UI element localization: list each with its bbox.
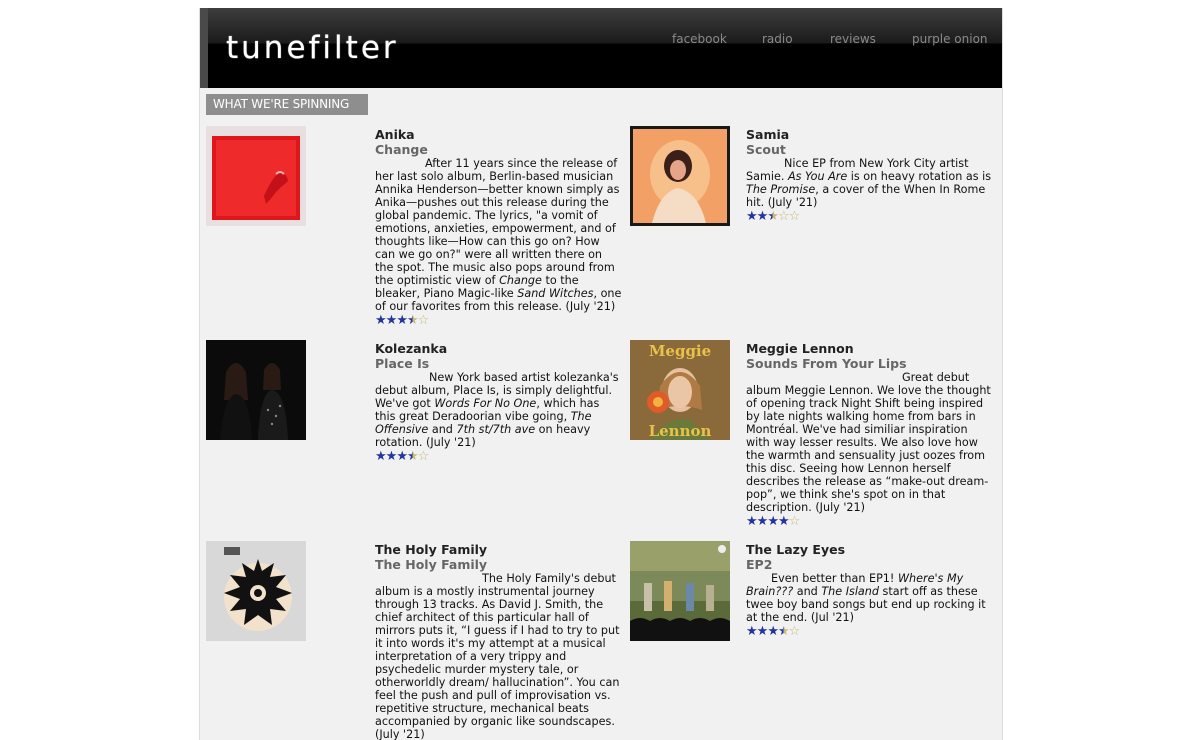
album-art [206, 126, 306, 226]
song-title: The Island [821, 585, 879, 598]
review-text: Even better than EP1! [771, 572, 898, 585]
nav-purple-onion[interactable]: purple onion [912, 32, 988, 46]
star-empty-icon: ☆ [788, 624, 801, 639]
album-art: Meggie Lennon [630, 340, 730, 440]
cover-title: Meggie [649, 342, 711, 360]
star-half-icon: ★ [767, 209, 779, 224]
review-4: The Holy Family The Holy Family The Holy… [375, 542, 623, 740]
star-full-icon: ★ [385, 313, 398, 328]
page: tunefilter facebook radio reviews purple… [199, 8, 1003, 740]
main-nav: facebook radio reviews purple onion [672, 32, 988, 48]
album-art [206, 340, 306, 440]
star-full-icon: ★ [746, 514, 758, 529]
header-strip [200, 8, 208, 88]
star-full-icon: ★ [767, 514, 779, 529]
star-full-icon: ★ [756, 209, 769, 224]
album-cover-the-holy-family[interactable] [206, 541, 306, 641]
review-text: After 11 years since the release of her … [375, 157, 620, 287]
review-1: Samia Scout Nice EP from New York City a… [746, 127, 994, 224]
album-cover-anika[interactable] [206, 126, 306, 226]
review-text: and [793, 585, 822, 598]
album-name: Place Is [375, 356, 430, 371]
review-body: Great debut album Meggie Lennon. We love… [746, 371, 994, 514]
artist-name[interactable]: Anika [375, 127, 623, 142]
album-name: Scout [746, 142, 786, 157]
album-cover-the-lazy-eyes[interactable] [630, 541, 730, 641]
song-title: Sand Witches [517, 287, 594, 300]
review-body: The Holy Family's debut album is a mostl… [375, 572, 623, 740]
song-title: Words For No One [434, 397, 537, 410]
review-3: Meggie Lennon Sounds From Your Lips Grea… [746, 341, 994, 529]
review-0: Anika Change After 11 years since the re… [375, 127, 623, 328]
nav-radio[interactable]: radio [762, 32, 793, 46]
star-full-icon: ★ [746, 624, 758, 639]
star-full-icon: ★ [375, 449, 387, 464]
artist-name[interactable]: Samia [746, 127, 994, 142]
album-name: The Holy Family [375, 557, 488, 572]
artist-name[interactable]: Meggie Lennon [746, 341, 994, 356]
song-title: The Promise [746, 183, 816, 196]
star-full-icon: ★ [756, 624, 769, 639]
album-name: Sounds From Your Lips [746, 356, 907, 371]
star-full-icon: ★ [396, 313, 408, 328]
star-rating: ★★★★☆ [746, 625, 994, 639]
star-empty-icon: ☆ [788, 514, 801, 529]
nav-facebook[interactable]: facebook [672, 32, 727, 46]
review-5: The Lazy Eyes EP2 Even better than EP1! … [746, 542, 994, 639]
star-empty-icon: ☆ [777, 209, 790, 224]
artist-name[interactable]: The Lazy Eyes [746, 542, 994, 557]
review-2: Kolezanka Place Is New York based artist… [375, 341, 623, 464]
star-rating: ★★★☆☆ [746, 210, 994, 224]
review-text: Great debut album Meggie Lennon. We love… [746, 371, 991, 514]
star-full-icon: ★ [396, 449, 408, 464]
song-title: As You Are [787, 170, 848, 183]
star-full-icon: ★ [375, 313, 387, 328]
star-empty-icon: ☆ [788, 209, 801, 224]
review-body: New York based artist kolezanka's debut … [375, 371, 623, 449]
section-title: WHAT WE'RE SPINNING [206, 94, 368, 115]
artist-name[interactable]: The Holy Family [375, 542, 623, 557]
star-rating: ★★★★☆ [375, 314, 623, 328]
site-header: tunefilter facebook radio reviews purple… [200, 8, 1002, 88]
star-rating: ★★★★☆ [746, 515, 994, 529]
star-full-icon: ★ [746, 209, 758, 224]
star-rating: ★★★★☆ [375, 450, 623, 464]
album-cover-kolezanka[interactable] [206, 340, 306, 440]
album-name: EP2 [746, 557, 773, 572]
star-half-icon: ★ [406, 313, 419, 328]
review-text: is on heavy rotation as is [847, 170, 992, 183]
album-cover-meggie-lennon[interactable]: Meggie Lennon [630, 340, 730, 440]
star-full-icon: ★ [756, 514, 769, 529]
album-art [206, 541, 306, 641]
star-full-icon: ★ [385, 449, 398, 464]
review-body: Even better than EP1! Where's My Brain??… [746, 572, 994, 624]
album-art [630, 126, 730, 226]
star-full-icon: ★ [777, 514, 790, 529]
review-text: and [428, 423, 457, 436]
album-name: Change [375, 142, 428, 157]
star-empty-icon: ☆ [417, 449, 430, 464]
album-cover-samia[interactable] [630, 126, 730, 226]
star-full-icon: ★ [767, 624, 779, 639]
review-body: Nice EP from New York City artist Samie.… [746, 157, 994, 209]
cover-subtitle: Lennon [649, 422, 712, 440]
review-body: After 11 years since the release of her … [375, 157, 623, 313]
artist-name[interactable]: Kolezanka [375, 341, 623, 356]
star-half-icon: ★ [777, 624, 790, 639]
star-half-icon: ★ [406, 449, 419, 464]
song-title: Change [499, 274, 542, 287]
star-empty-icon: ☆ [417, 313, 430, 328]
review-text: The Holy Family's debut album is a mostl… [375, 572, 620, 740]
album-art [630, 541, 730, 641]
site-logo[interactable]: tunefilter [226, 30, 399, 66]
nav-reviews[interactable]: reviews [830, 32, 876, 46]
song-title: 7th st/7th ave [456, 423, 536, 436]
